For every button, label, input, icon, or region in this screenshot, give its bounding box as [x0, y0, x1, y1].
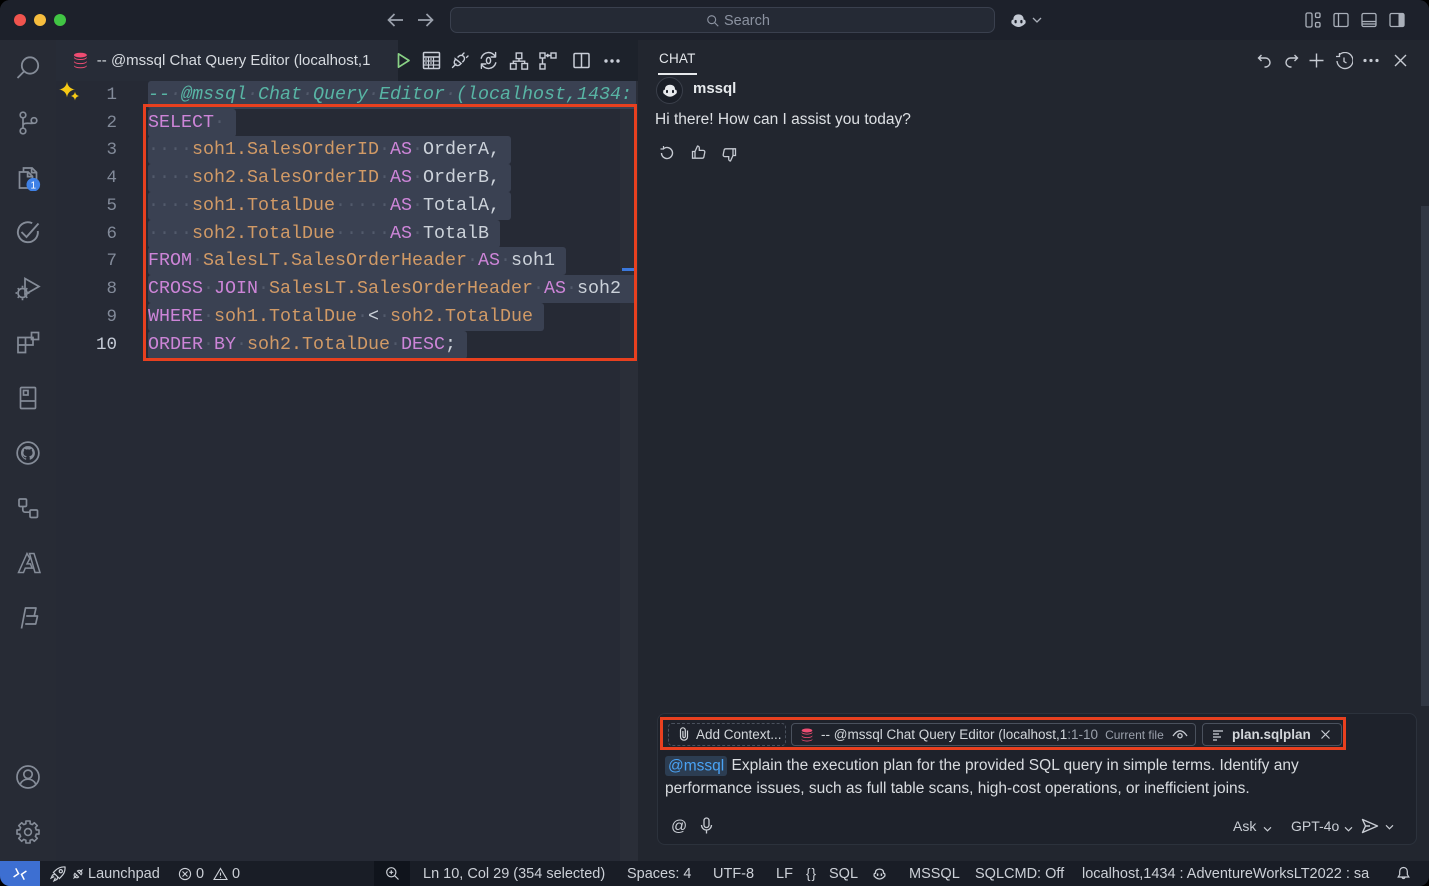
svg-text:1: 1 [31, 180, 37, 191]
